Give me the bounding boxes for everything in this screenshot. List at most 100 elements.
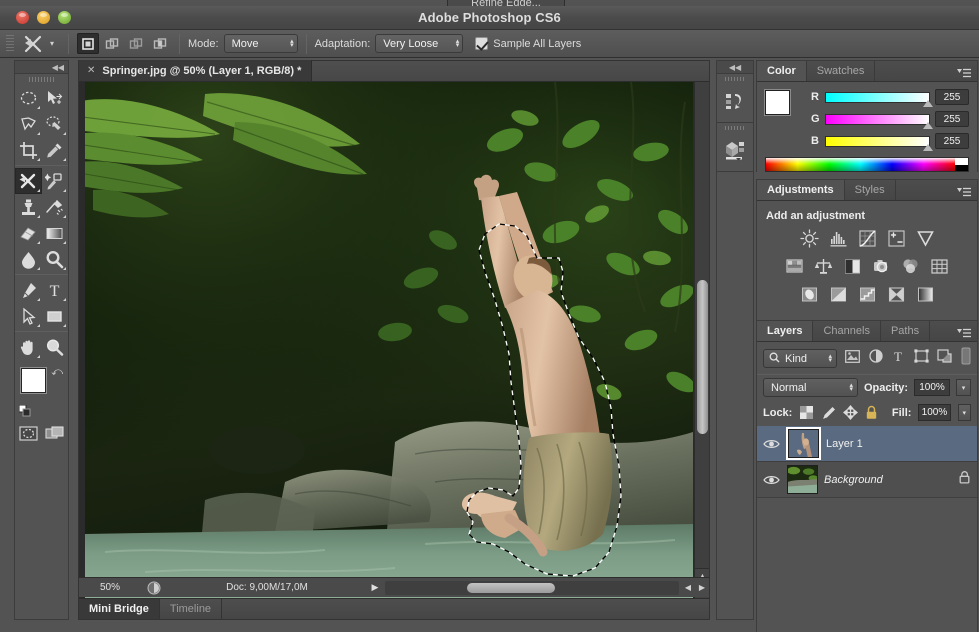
layer-thumbnail-layer-1[interactable] bbox=[788, 429, 819, 458]
horizontal-scrollbar-thumb[interactable] bbox=[467, 582, 555, 593]
zoom-level-field[interactable]: 50% bbox=[79, 582, 141, 593]
gradient-tool[interactable] bbox=[42, 220, 69, 246]
elliptical-marquee-tool[interactable] bbox=[15, 85, 42, 111]
filter-type-icon[interactable]: T bbox=[891, 349, 905, 368]
intersect-with-selection-button[interactable] bbox=[149, 33, 171, 54]
close-tab-icon[interactable]: ✕ bbox=[87, 65, 95, 76]
lock-image-pixels-icon[interactable] bbox=[821, 405, 836, 420]
canvas-area[interactable]: ▲ ▼ bbox=[79, 82, 709, 598]
filter-toggle-icon[interactable] bbox=[961, 347, 971, 370]
selective-color-icon[interactable] bbox=[886, 285, 907, 304]
filter-smart-object-icon[interactable] bbox=[937, 349, 952, 368]
subtract-from-selection-button[interactable] bbox=[125, 33, 147, 54]
new-selection-button[interactable] bbox=[77, 33, 100, 54]
vibrance-icon[interactable] bbox=[915, 229, 936, 248]
dock-collapse-button[interactable]: ◀◀ bbox=[717, 61, 753, 74]
tab-paths[interactable]: Paths bbox=[881, 321, 931, 341]
curves-icon[interactable] bbox=[857, 229, 878, 248]
adjustments-panel-menu-icon[interactable] bbox=[957, 185, 971, 197]
tab-styles[interactable]: Styles bbox=[845, 180, 896, 200]
mode-select[interactable]: Move ▴ ▾ bbox=[223, 34, 298, 53]
red-slider-track[interactable] bbox=[825, 91, 933, 107]
preview-thumbnail-icon[interactable] bbox=[141, 581, 167, 595]
sample-all-layers-row[interactable]: Sample All Layers bbox=[475, 37, 586, 50]
sample-all-layers-checkbox[interactable] bbox=[475, 37, 489, 50]
spectrum-white-black[interactable] bbox=[955, 158, 968, 171]
path-selection-tool[interactable] bbox=[15, 303, 42, 329]
canvas-vertical-scrollbar[interactable]: ▲ ▼ bbox=[694, 82, 709, 598]
lock-position-icon[interactable] bbox=[842, 405, 858, 420]
mini-bridge-panel-button[interactable] bbox=[717, 123, 753, 172]
fill-dropdown-icon[interactable]: ▾ bbox=[957, 404, 971, 421]
layers-panel-menu-icon[interactable] bbox=[957, 326, 971, 338]
dodge-tool[interactable] bbox=[42, 246, 69, 272]
blue-slider-thumb[interactable] bbox=[923, 143, 933, 151]
image-canvas[interactable] bbox=[85, 82, 693, 598]
fill-field[interactable]: 100% bbox=[918, 404, 951, 421]
vertical-scrollbar-thumb[interactable] bbox=[697, 280, 708, 434]
layer-row-background[interactable]: Background bbox=[757, 462, 977, 498]
tab-channels[interactable]: Channels bbox=[813, 321, 881, 341]
black-white-icon[interactable] bbox=[842, 257, 863, 276]
blue-slider-track[interactable] bbox=[825, 135, 933, 151]
layer-thumbnail-background[interactable] bbox=[787, 465, 818, 494]
red-slider-thumb[interactable] bbox=[923, 99, 933, 107]
mini-bridge-panel-grip[interactable] bbox=[717, 123, 753, 133]
adaptation-stepper-icon[interactable]: ▴ ▾ bbox=[456, 38, 460, 49]
color-panel-foreground-swatch[interactable] bbox=[765, 90, 790, 115]
spot-healing-brush-tool[interactable] bbox=[42, 168, 69, 194]
color-balance-icon[interactable] bbox=[813, 257, 834, 276]
hand-tool[interactable] bbox=[15, 334, 42, 360]
filter-shape-icon[interactable] bbox=[914, 349, 929, 368]
hue-saturation-icon[interactable] bbox=[784, 257, 805, 276]
swap-colors-icon[interactable]: ⤺ bbox=[51, 366, 63, 379]
active-tool-preview[interactable]: ▾ bbox=[22, 33, 54, 55]
canvas-horizontal-scrollbar[interactable] bbox=[385, 580, 679, 595]
layer-visibility-toggle-background[interactable] bbox=[761, 474, 781, 486]
spectrum-gradient[interactable] bbox=[766, 158, 955, 171]
lock-transparent-pixels-icon[interactable] bbox=[800, 405, 814, 420]
rectangle-tool[interactable] bbox=[42, 303, 69, 329]
eyedropper-tool[interactable] bbox=[42, 137, 69, 163]
blend-mode-select[interactable]: Normal ▴ ▾ bbox=[763, 378, 858, 397]
quick-selection-tool[interactable] bbox=[42, 111, 69, 137]
crop-tool[interactable] bbox=[15, 137, 42, 163]
default-colors-icon[interactable] bbox=[18, 404, 31, 417]
history-brush-tool[interactable] bbox=[42, 194, 69, 220]
add-to-selection-button[interactable] bbox=[101, 33, 123, 54]
layer-filter-kind-select[interactable]: Kind ▴ ▾ bbox=[763, 349, 837, 368]
blend-mode-stepper-icon[interactable]: ▴ ▾ bbox=[849, 382, 853, 393]
tools-collapse-button[interactable]: ◀◀ bbox=[15, 61, 68, 74]
screen-mode-icon[interactable] bbox=[42, 420, 69, 446]
filter-adjustment-icon[interactable] bbox=[868, 349, 883, 368]
levels-icon[interactable] bbox=[828, 229, 849, 248]
exposure-icon[interactable] bbox=[886, 229, 907, 248]
horizontal-type-tool[interactable]: T bbox=[42, 277, 69, 303]
history-panel-grip[interactable] bbox=[717, 74, 753, 84]
tab-swatches[interactable]: Swatches bbox=[807, 61, 876, 81]
filter-kind-stepper-icon[interactable]: ▴ ▾ bbox=[828, 353, 832, 364]
tab-layers[interactable]: Layers bbox=[757, 321, 814, 341]
mode-stepper-icon[interactable]: ▴ ▾ bbox=[290, 38, 294, 49]
content-aware-move-tool[interactable] bbox=[15, 168, 42, 194]
zoom-tool[interactable] bbox=[42, 334, 69, 360]
color-panel-menu-icon[interactable] bbox=[957, 66, 971, 78]
options-bar-grip[interactable] bbox=[6, 34, 14, 53]
document-tab[interactable]: ✕ Springer.jpg @ 50% (Layer 1, RGB/8) * bbox=[79, 60, 313, 81]
expand-status-arrow[interactable]: ▶ bbox=[367, 582, 383, 593]
tool-preset-chevron-icon[interactable]: ▾ bbox=[50, 39, 54, 48]
mini-bridge-panel-icon[interactable] bbox=[717, 133, 753, 167]
invert-icon[interactable] bbox=[799, 285, 820, 304]
red-value-field[interactable]: 255 bbox=[935, 89, 969, 105]
photo-filter-icon[interactable] bbox=[871, 257, 892, 276]
scroll-left-button[interactable]: ◀ bbox=[681, 578, 695, 598]
opacity-dropdown-icon[interactable]: ▾ bbox=[956, 379, 971, 396]
opacity-field[interactable]: 100% bbox=[914, 379, 950, 396]
green-slider-thumb[interactable] bbox=[923, 121, 933, 129]
posterize-icon[interactable] bbox=[828, 285, 849, 304]
history-panel-icon[interactable] bbox=[717, 84, 753, 118]
blue-value-field[interactable]: 255 bbox=[935, 133, 969, 149]
tools-grip[interactable] bbox=[15, 74, 68, 85]
adaptation-select[interactable]: Very Loose ▴ ▾ bbox=[375, 34, 464, 53]
threshold-icon[interactable] bbox=[857, 285, 878, 304]
